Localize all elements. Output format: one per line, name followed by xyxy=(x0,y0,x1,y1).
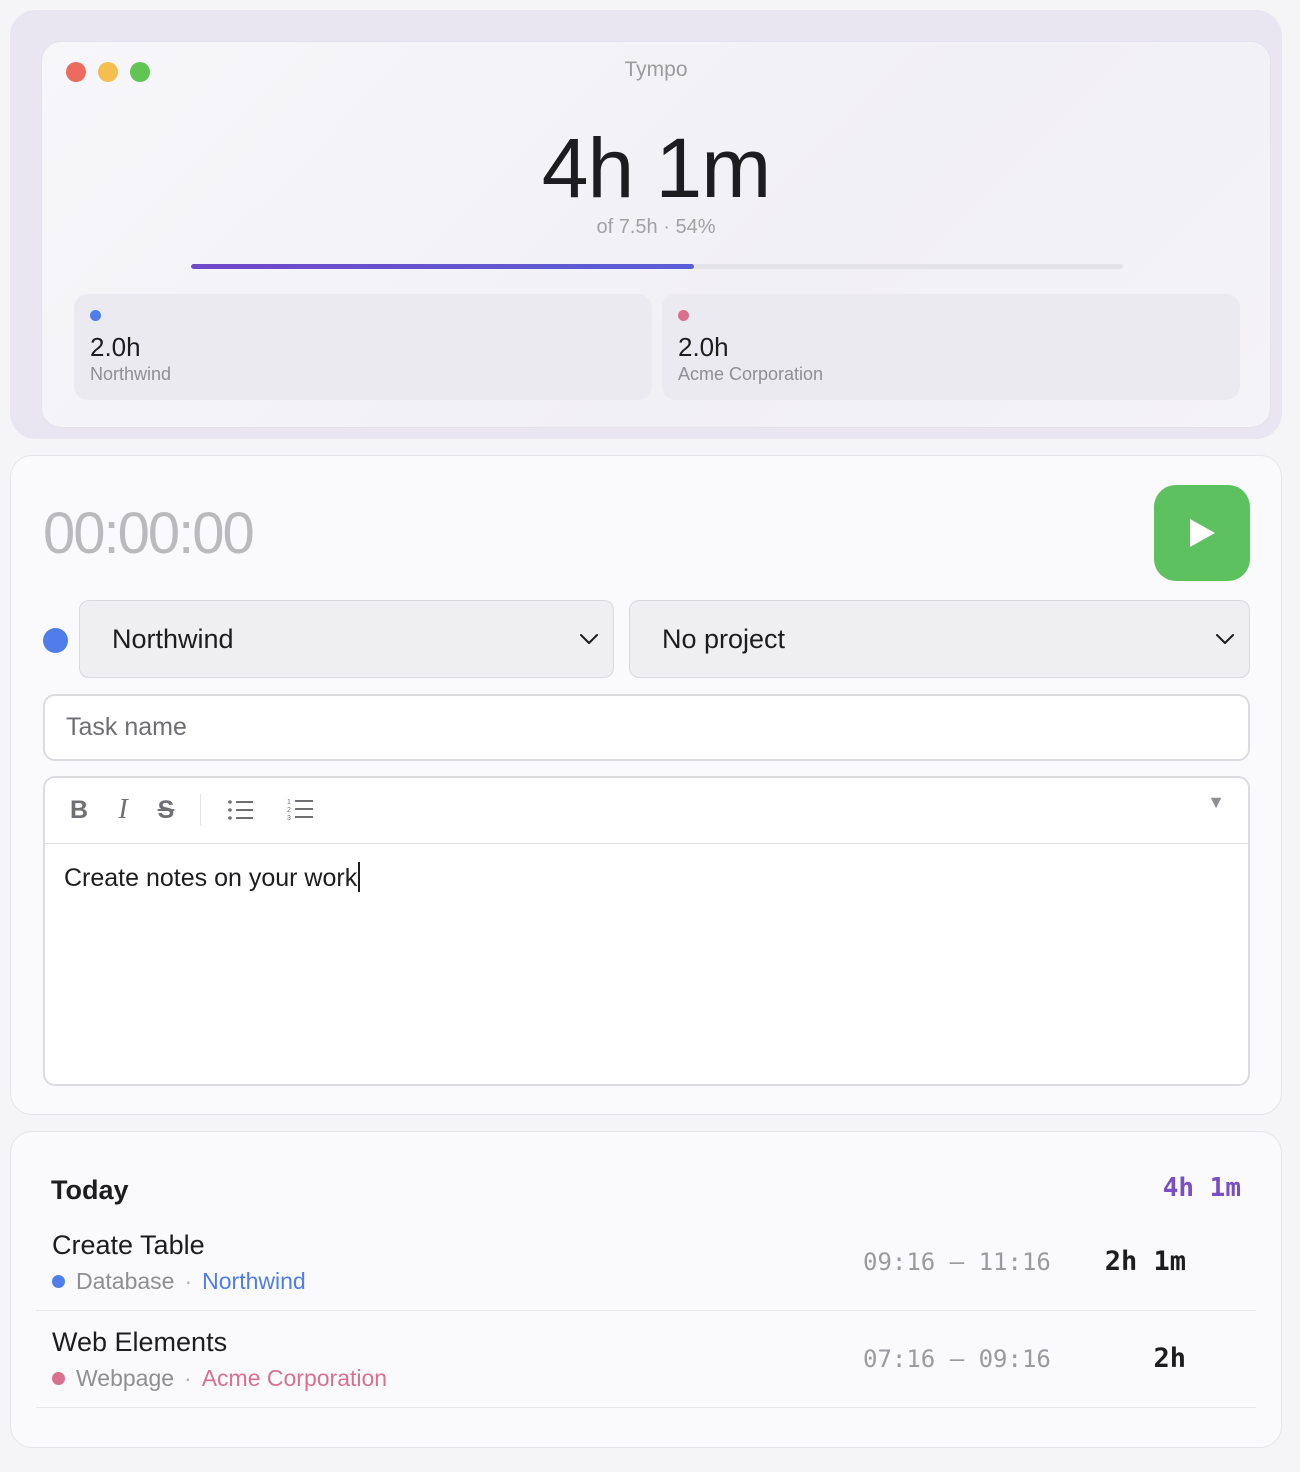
time-entry[interactable]: Web Elements Webpage · Acme Corporation … xyxy=(36,1311,1256,1408)
entry-meta: Webpage · Acme Corporation xyxy=(52,1365,387,1392)
daily-progress-bar xyxy=(191,264,1123,269)
chevron-down-icon xyxy=(580,634,598,644)
svg-text:2: 2 xyxy=(287,807,291,814)
entry-client-color-dot xyxy=(52,1372,65,1385)
client-hours: 2.0h xyxy=(90,332,141,362)
daily-goal-text: of 7.5h · 54% xyxy=(596,216,716,238)
entry-meta: Database · Northwind xyxy=(52,1268,306,1295)
toolbar-divider xyxy=(200,794,201,826)
notes-toolbar: B I S 1 2 3 ▼ xyxy=(45,778,1248,844)
daily-progress-fill xyxy=(191,264,695,269)
selected-client-color-dot xyxy=(43,628,68,653)
client-color-dot xyxy=(678,310,689,321)
client-card-northwind[interactable]: 2.0h Northwind xyxy=(74,294,652,400)
numbered-list-icon: 1 2 3 xyxy=(287,799,313,822)
entry-project: Database xyxy=(76,1268,175,1294)
client-color-dot xyxy=(90,310,101,321)
numbered-list-button[interactable]: 1 2 3 xyxy=(283,792,319,828)
entry-duration: 2h 1m xyxy=(1104,1246,1186,1277)
entry-client: Acme Corporation xyxy=(201,1365,388,1391)
chevron-down-icon xyxy=(1216,634,1234,644)
summary-window: Tympo 4h 1m of 7.5h · 54% 2.0h Northwind… xyxy=(41,41,1271,428)
notes-textarea[interactable]: Create notes on your work xyxy=(45,844,1248,911)
entry-task-name: Create Table xyxy=(52,1230,205,1260)
client-name: Northwind xyxy=(90,364,172,384)
notes-editor: B I S 1 2 3 ▼ Create notes on your work xyxy=(43,776,1250,1086)
daily-total: 4h 1m xyxy=(541,121,771,215)
today-heading: Today xyxy=(51,1175,129,1205)
summary-widget: Tympo 4h 1m of 7.5h · 54% 2.0h Northwind… xyxy=(10,10,1282,439)
timer-clock: 00:00:00 xyxy=(43,501,255,566)
svg-text:3: 3 xyxy=(287,815,291,822)
client-card-acme[interactable]: 2.0h Acme Corporation xyxy=(662,294,1240,400)
notes-text: Create notes on your work xyxy=(64,864,358,892)
play-icon xyxy=(1190,519,1215,547)
task-name-input[interactable] xyxy=(43,694,1250,761)
entry-project: Webpage xyxy=(76,1365,175,1391)
bullet-list-button[interactable] xyxy=(223,792,259,828)
strikethrough-button[interactable]: S xyxy=(148,792,184,828)
today-panel: Today 4h 1m Create Table Database · Nort… xyxy=(10,1131,1282,1448)
svg-text:1: 1 xyxy=(287,799,291,806)
entry-client: Northwind xyxy=(202,1268,306,1294)
timer-panel: 00:00:00 Northwind No project B I S xyxy=(10,455,1282,1115)
app-title: Tympo xyxy=(624,58,688,81)
italic-button[interactable]: I xyxy=(105,792,141,828)
project-select[interactable]: No project xyxy=(629,600,1250,678)
client-select[interactable]: Northwind xyxy=(79,600,614,678)
bold-button[interactable]: B xyxy=(61,792,97,828)
entry-duration: 2h xyxy=(1153,1343,1186,1374)
client-select-value: Northwind xyxy=(112,623,234,654)
client-name: Acme Corporation xyxy=(678,364,824,384)
client-summary-cards: 2.0h Northwind 2.0h Acme Corporation xyxy=(74,294,1240,400)
toolbar-collapse-button[interactable]: ▼ xyxy=(1198,784,1234,820)
today-total: 4h 1m xyxy=(1162,1173,1241,1203)
entry-task-name: Web Elements xyxy=(52,1327,228,1357)
meta-separator: · xyxy=(184,1365,192,1391)
entry-time-range: 09:16 — 11:16 xyxy=(863,1248,1051,1276)
client-hours: 2.0h xyxy=(678,332,729,362)
project-select-value: No project xyxy=(662,623,786,654)
meta-separator: · xyxy=(184,1268,193,1294)
entry-time-range: 07:16 — 09:16 xyxy=(863,1345,1051,1373)
bullet-list-icon xyxy=(228,800,253,820)
time-entry[interactable]: Create Table Database · Northwind 09:16 … xyxy=(36,1214,1256,1311)
text-caret xyxy=(358,862,361,892)
start-timer-button[interactable] xyxy=(1154,485,1250,581)
entry-client-color-dot xyxy=(52,1275,65,1288)
